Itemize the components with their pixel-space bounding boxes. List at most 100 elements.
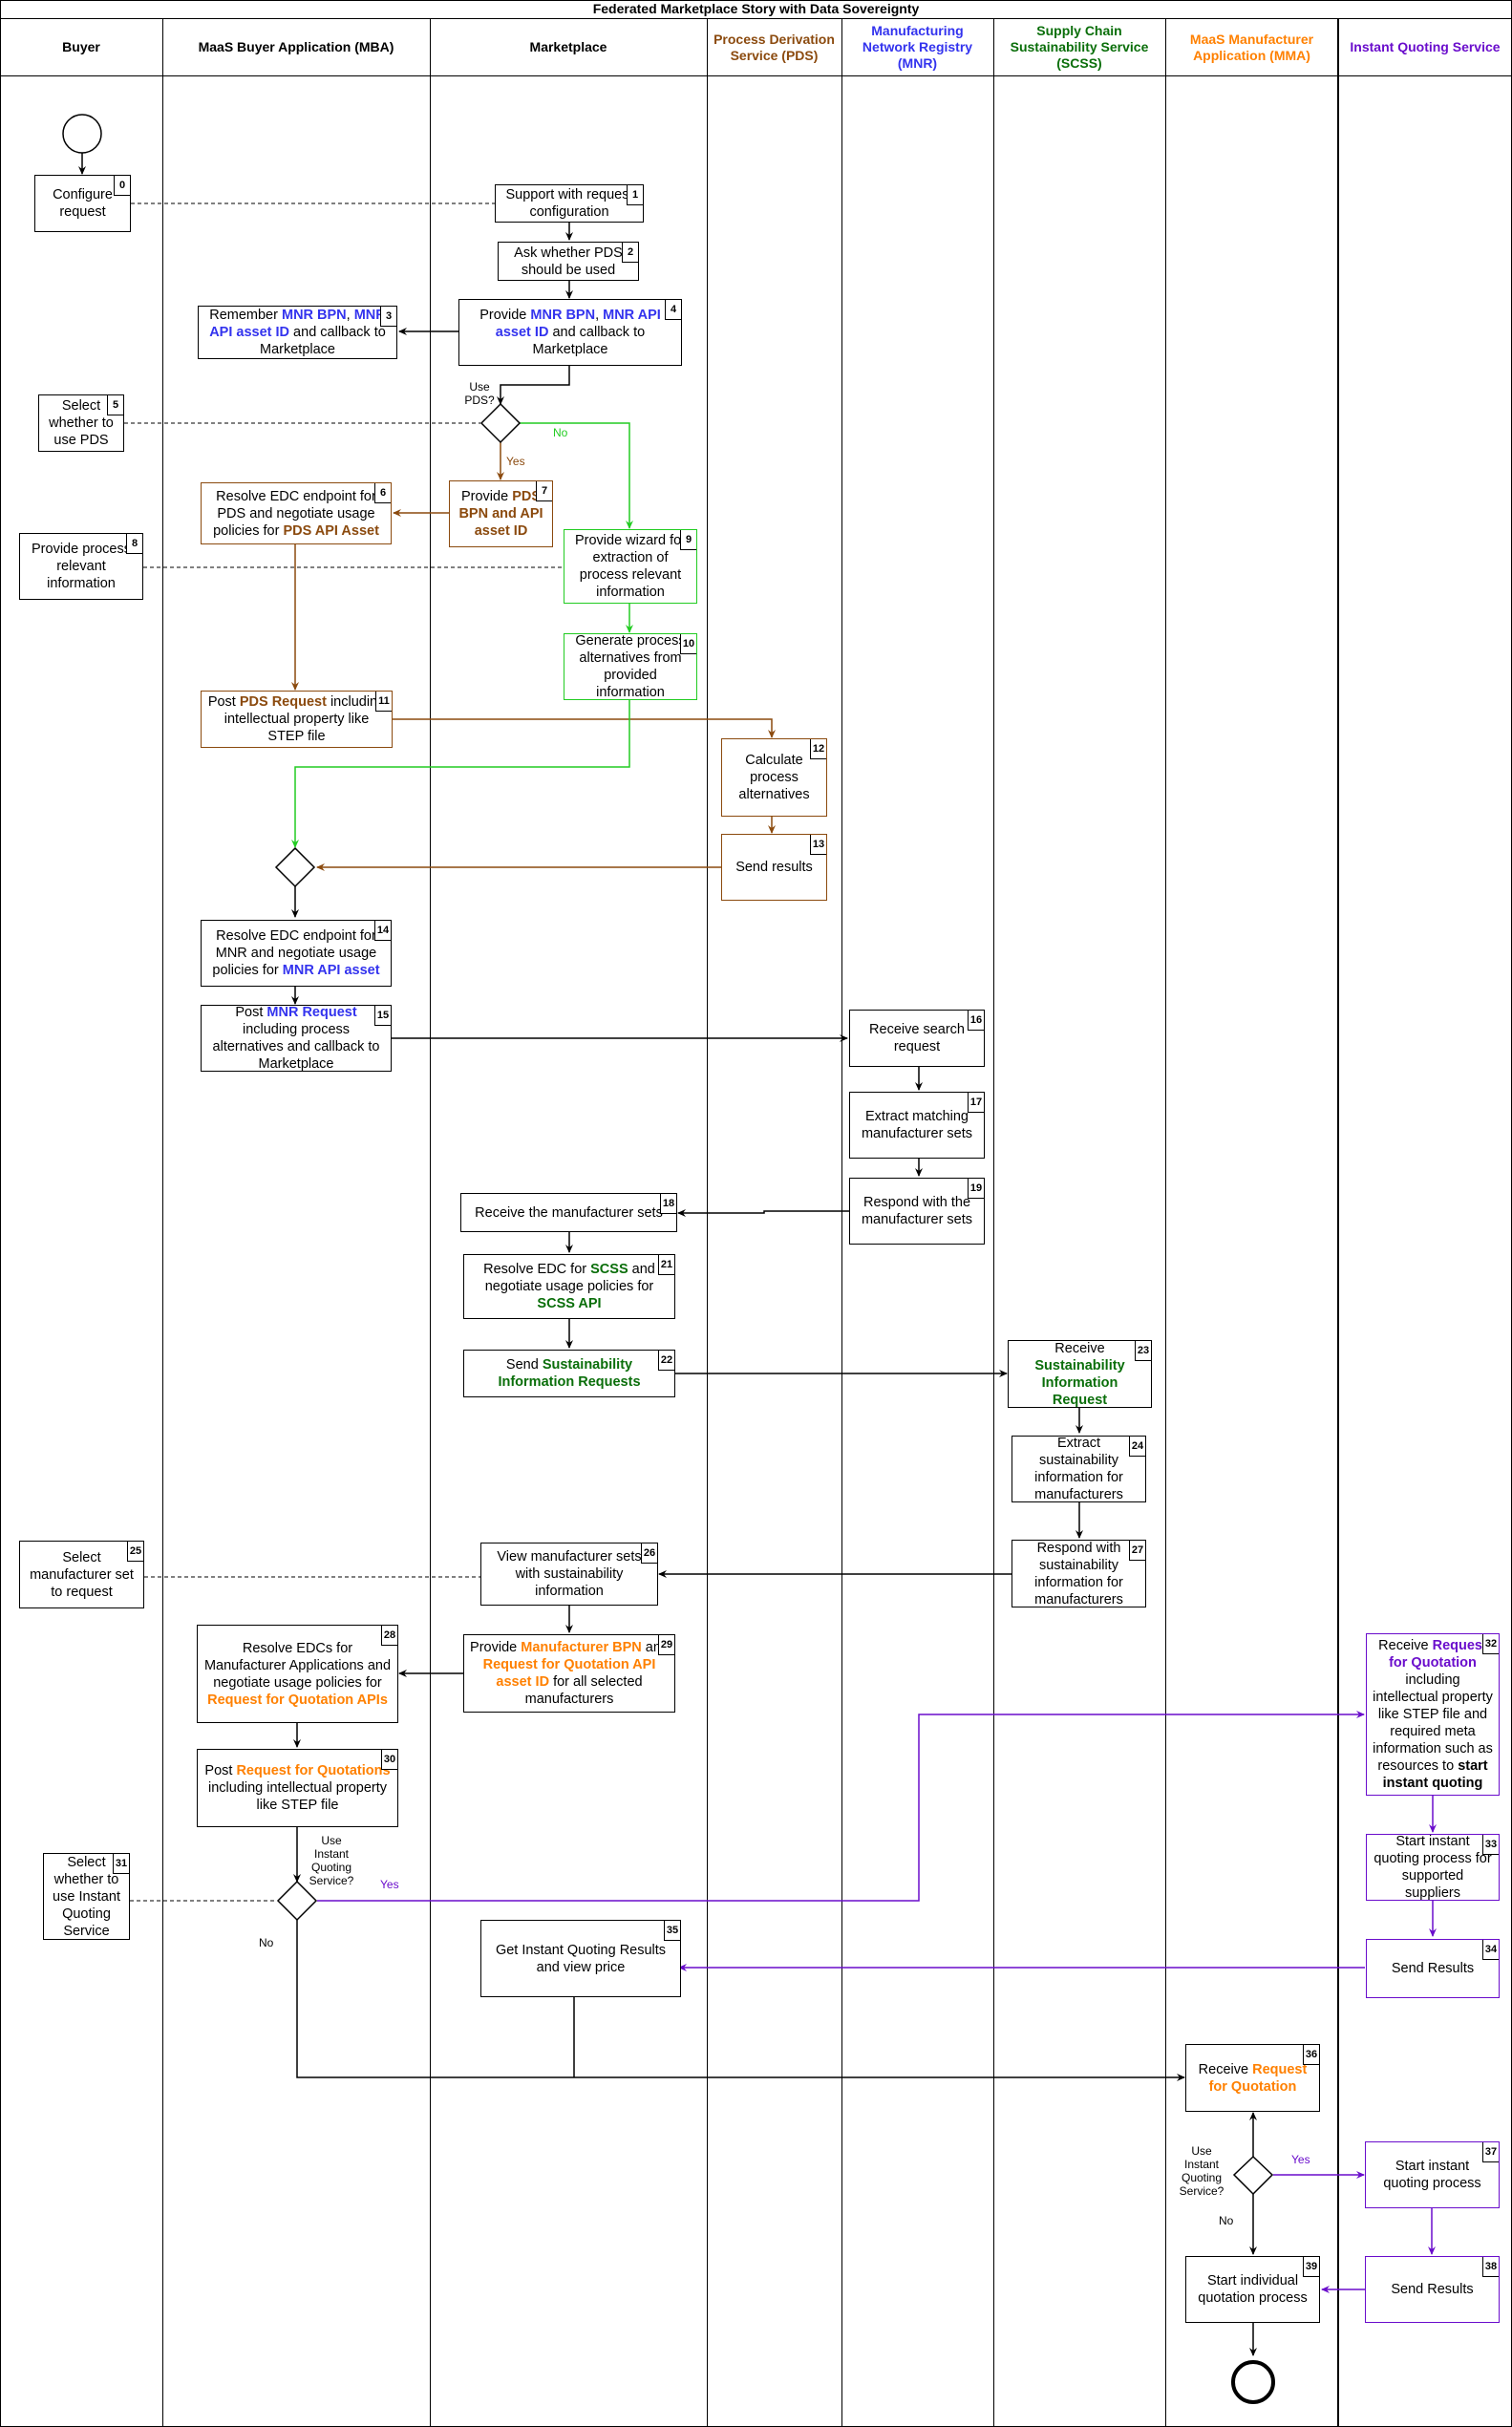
step-number-badge: 27 (1129, 1541, 1145, 1561)
step-text-segment: and callback to Marketplace (532, 325, 646, 357)
step-number-badge: 0 (114, 176, 130, 196)
step-4: Provide MNR BPN, MNR API asset ID and ca… (458, 299, 682, 366)
step-text-highlight: Manufacturer BPN (521, 1640, 642, 1655)
step-19: Respond with the manufacturer sets 19 (849, 1178, 985, 1245)
step-text-segment: Start individual quotation process (1198, 2273, 1308, 2306)
step-text-segment: Receive (1198, 2061, 1253, 2077)
step-number-badge: 16 (968, 1011, 984, 1031)
step-text-segment: Respond with the manufacturer sets (861, 1195, 973, 1227)
step-text: Provide process relevant information (26, 541, 137, 592)
step-text: Respond with the manufacturer sets (856, 1194, 978, 1228)
step-2: Ask whether PDS should be used 2 (498, 242, 639, 281)
step-number-badge: 19 (968, 1179, 984, 1199)
step-number-badge: 9 (680, 530, 696, 550)
step-text-segment: Post (235, 1005, 267, 1020)
step-text-segment: Send Results (1391, 2282, 1474, 2297)
step-text-segment: Send (505, 1357, 543, 1373)
step-39: Start individual quotation process 39 (1185, 2256, 1320, 2323)
decision-label-use-iqs: Use Instant Quoting Service? (309, 1834, 354, 1887)
step-35: Get Instant Quoting Results and view pri… (480, 1920, 681, 1997)
step-12: Calculate process alternatives 12 (721, 738, 827, 817)
step-text-segment: Receive the manufacturer sets (475, 1204, 663, 1221)
step-text: Resolve EDC endpoint for MNR and negotia… (207, 927, 385, 979)
step-number-badge: 35 (664, 1921, 680, 1941)
decision-yes-label: Yes (1291, 2153, 1310, 2166)
step-text-highlight: PDS Request (239, 694, 327, 710)
step-text: Generate process alternatives from provi… (570, 632, 691, 701)
step-text: Post PDS Request including intellectual … (207, 693, 386, 745)
step-text: Get Instant Quoting Results and view pri… (487, 1942, 674, 1976)
lane-divider (162, 19, 163, 2427)
step-text-segment: View manufacturer sets with sustainabili… (497, 1549, 642, 1599)
step-text: Provide PDS BPN and API asset ID (456, 488, 546, 540)
step-text: Send results (735, 859, 813, 876)
step-text: Resolve EDC endpoint for PDS and negotia… (207, 488, 385, 540)
step-text-highlight: Request for Quotation APIs (207, 1692, 388, 1708)
step-text-segment: , (595, 308, 604, 323)
step-text: Select manufacturer set to request (26, 1549, 138, 1601)
step-25: Select manufacturer set to request 25 (19, 1541, 144, 1608)
step-number-badge: 15 (374, 1006, 391, 1026)
step-text-segment: Configure request (53, 187, 113, 220)
step-text-highlight: Sustainability Information Request (1034, 1357, 1125, 1408)
step-text-segment: Send Results (1391, 1961, 1475, 1976)
step-32: Receive Request for Quotation including … (1366, 1633, 1500, 1796)
step-text-segment: Start instant quoting process (1383, 2159, 1481, 2191)
step-text: Respond with sustainability information … (1018, 1540, 1139, 1608)
step-number-badge: 11 (375, 692, 392, 712)
step-text: Send Sustainability Information Requests (470, 1356, 669, 1391)
step-text: Remember MNR BPN, MNR API asset ID and c… (204, 307, 391, 358)
step-16: Receive search request 16 (849, 1010, 985, 1067)
step-14: Resolve EDC endpoint for MNR and negotia… (201, 920, 392, 987)
step-number-badge: 21 (658, 1255, 674, 1275)
step-22: Send Sustainability Information Requests… (463, 1350, 675, 1397)
step-text: Provide Manufacturer BPN and Request for… (470, 1639, 669, 1708)
lane-header-iqs: Instant Quoting Service (1338, 19, 1512, 76)
step-36: Receive Request for Quotation 36 (1185, 2044, 1320, 2112)
step-text: Start individual quotation process (1192, 2272, 1313, 2307)
step-number-badge: 7 (536, 481, 552, 501)
step-text-highlight: MNR BPN (530, 308, 596, 323)
lane-header-scss: Supply Chain Sustainability Service (SCS… (993, 19, 1165, 76)
step-text-segment: Extract matching manufacturer sets (861, 1109, 973, 1141)
step-text: Resolve EDCs for Manufacturer Applicatio… (203, 1640, 392, 1709)
step-text: Provide MNR BPN, MNR API asset ID and ca… (465, 307, 675, 358)
step-text: Extract matching manufacturer sets (856, 1108, 978, 1142)
step-text: Start instant quoting process (1372, 2158, 1493, 2192)
step-text: Ask whether PDS should be used (504, 245, 632, 279)
step-text-highlight: MNR API asset (282, 963, 380, 978)
step-number-badge: 4 (665, 300, 681, 320)
step-number-badge: 25 (127, 1542, 143, 1562)
step-30: Post Request for Quotations including in… (197, 1749, 398, 1827)
step-text-segment: Respond with sustainability information … (1034, 1540, 1123, 1607)
lane-divider (430, 19, 431, 2427)
step-number-badge: 33 (1482, 1835, 1499, 1855)
step-number-badge: 30 (381, 1750, 397, 1770)
step-number-badge: 17 (968, 1093, 984, 1113)
step-text-segment: Support with request configuration (505, 187, 633, 220)
lane-header-mma: MaaS Manufacturer Application (MMA) (1165, 19, 1338, 76)
lane-header-marketplace: Marketplace (430, 19, 707, 76)
step-text-segment: Post (207, 694, 240, 710)
step-11: Post PDS Request including intellectual … (201, 691, 393, 748)
step-text-segment: Calculate process alternatives (738, 753, 810, 802)
lane-divider (993, 19, 994, 2427)
step-31: Select whether to use Instant Quoting Se… (43, 1853, 130, 1940)
step-26: View manufacturer sets with sustainabili… (480, 1543, 658, 1606)
step-number-badge: 1 (627, 185, 643, 205)
step-number-badge: 28 (381, 1626, 397, 1646)
lane-divider (1165, 19, 1166, 2427)
step-text: Send Results (1391, 2281, 1473, 2298)
step-0: Configure request 0 (34, 175, 131, 232)
step-text: Configure request (41, 186, 124, 221)
step-6: Resolve EDC endpoint for PDS and negotia… (201, 482, 392, 544)
step-21: Resolve EDC for SCSS and negotiate usage… (463, 1254, 675, 1319)
step-1: Support with request configuration 1 (495, 184, 644, 223)
step-number-badge: 8 (126, 534, 142, 554)
step-10: Generate process alternatives from provi… (564, 633, 697, 700)
decision-no-label: No (1219, 2214, 1234, 2227)
step-text: Receive Sustainability Information Reque… (1014, 1340, 1145, 1409)
step-text-segment: Resolve EDC for (483, 1262, 591, 1277)
step-8: Provide process relevant information 8 (19, 533, 143, 600)
step-number-badge: 3 (380, 307, 396, 327)
